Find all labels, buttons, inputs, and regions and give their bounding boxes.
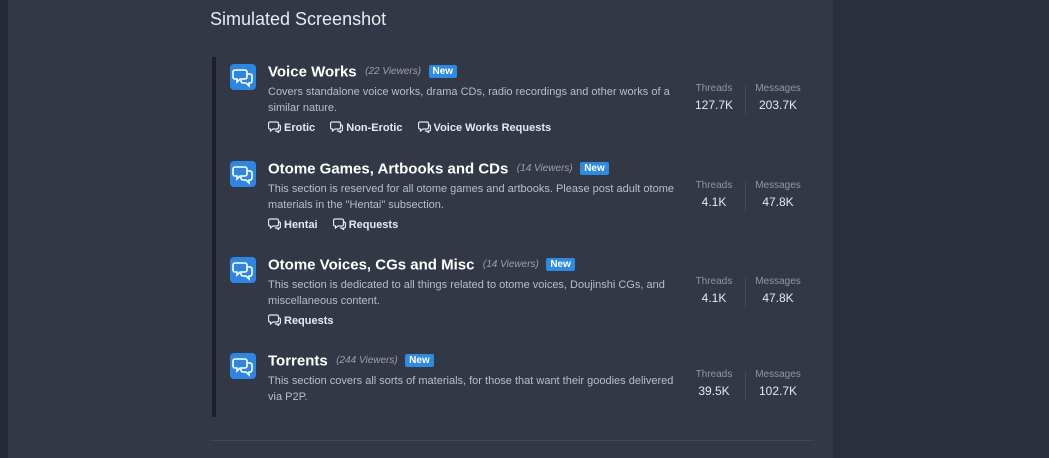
chat-bubble-icon	[268, 218, 281, 230]
subforum-label: Non-Erotic	[346, 122, 403, 134]
messages-label: Messages	[755, 369, 801, 380]
viewer-count: (14 Viewers)	[482, 259, 539, 271]
chat-bubbles-icon	[230, 64, 256, 90]
subforum-link-requests[interactable]: Requests	[268, 314, 334, 327]
subforum-link-hentai[interactable]: Hentai	[268, 218, 318, 231]
node-description: This section covers all sorts of materia…	[268, 375, 674, 403]
threads-count: 4.1K	[701, 291, 727, 305]
messages-stat: Messages 102.7K	[752, 368, 804, 400]
subforum-list: Hentai Requests	[268, 218, 410, 231]
subforum-label: Erotic	[284, 122, 316, 134]
messages-count: 47.8K	[762, 291, 794, 305]
messages-stat: Messages 47.8K	[752, 179, 804, 211]
chat-bubble-icon	[268, 121, 281, 133]
threads-count: 4.1K	[701, 195, 727, 209]
node-title-link[interactable]: Torrents	[268, 352, 328, 369]
page-title: Simulated Screenshot	[210, 9, 387, 29]
chat-bubble-icon	[330, 121, 344, 133]
messages-label: Messages	[755, 180, 801, 191]
chat-bubbles-icon	[230, 161, 256, 187]
chat-bubble-icon	[332, 218, 346, 230]
messages-stat: Messages 47.8K	[752, 275, 804, 307]
stat-divider	[745, 85, 746, 115]
new-badge: New	[428, 65, 458, 79]
chat-bubbles-icon	[230, 353, 256, 379]
chat-bubble-icon	[268, 314, 281, 326]
threads-label: Threads	[695, 369, 733, 380]
node-description: This section is dedicated to all things …	[268, 279, 665, 307]
subforum-label: Voice Works Requests	[433, 122, 552, 134]
node-description: Covers standalone voice works, drama CDs…	[268, 86, 670, 114]
subforum-link-non-erotic[interactable]: Non-Erotic	[330, 121, 402, 134]
threads-stat: Threads 4.1K	[692, 179, 736, 211]
left-gutter	[0, 0, 8, 458]
node-title-link[interactable]: Otome Voices, CGs and Misc	[268, 256, 474, 273]
new-badge: New	[405, 354, 434, 368]
forum-node-torrents: Torrents (244 Viewers) New This section …	[212, 346, 812, 436]
forum-node-voice-works: Voice Works (22 Viewers) New Covers stan…	[212, 57, 812, 147]
messages-count: 203.7K	[758, 98, 798, 112]
subforum-link-erotic[interactable]: Erotic	[268, 121, 315, 134]
subforum-link-requests[interactable]: Requests	[332, 218, 399, 231]
node-description: This section is reserved for all otome g…	[268, 183, 674, 211]
chat-bubbles-icon	[230, 257, 256, 283]
subforum-label: Requests	[284, 315, 334, 327]
chat-bubble-icon	[417, 121, 431, 133]
forum-node-otome-games: Otome Games, Artbooks and CDs (14 Viewer…	[212, 154, 812, 244]
threads-count: 127.7K	[694, 98, 734, 112]
subforum-list: Erotic Non-Erotic Voice Works Requests	[268, 121, 563, 134]
subforum-label: Hentai	[284, 219, 318, 231]
forum-node-otome-voices: Otome Voices, CGs and Misc (14 Viewers) …	[212, 250, 812, 340]
viewer-count: (244 Viewers)	[336, 355, 398, 367]
viewer-count: (22 Viewers)	[365, 66, 422, 78]
threads-label: Threads	[695, 180, 733, 191]
node-title-link[interactable]: Voice Works	[268, 63, 357, 80]
messages-count: 102.7K	[758, 384, 798, 398]
messages-stat: Messages 203.7K	[752, 82, 804, 114]
stat-divider	[745, 371, 746, 401]
stat-divider	[745, 278, 746, 308]
subforum-label: Requests	[348, 219, 399, 231]
messages-count: 47.8K	[762, 195, 794, 209]
new-badge: New	[580, 162, 609, 176]
threads-label: Threads	[695, 276, 733, 287]
threads-label: Threads	[695, 83, 733, 94]
new-badge: New	[546, 258, 575, 272]
node-title-link[interactable]: Otome Games, Artbooks and CDs	[268, 160, 508, 177]
messages-label: Messages	[755, 276, 801, 287]
messages-label: Messages	[755, 83, 801, 94]
section-divider	[210, 440, 814, 441]
subforum-link-voice-works-requests[interactable]: Voice Works Requests	[417, 121, 552, 134]
threads-stat: Threads 4.1K	[692, 275, 736, 307]
threads-count: 39.5K	[698, 384, 730, 398]
threads-stat: Threads 127.7K	[692, 82, 736, 114]
stat-divider	[745, 182, 746, 212]
right-sidebar	[833, 0, 1049, 458]
viewer-count: (14 Viewers)	[516, 163, 573, 175]
threads-stat: Threads 39.5K	[692, 368, 736, 400]
forum-node-list: Voice Works (22 Viewers) New Covers stan…	[212, 57, 812, 417]
subforum-list: Requests	[268, 314, 346, 327]
